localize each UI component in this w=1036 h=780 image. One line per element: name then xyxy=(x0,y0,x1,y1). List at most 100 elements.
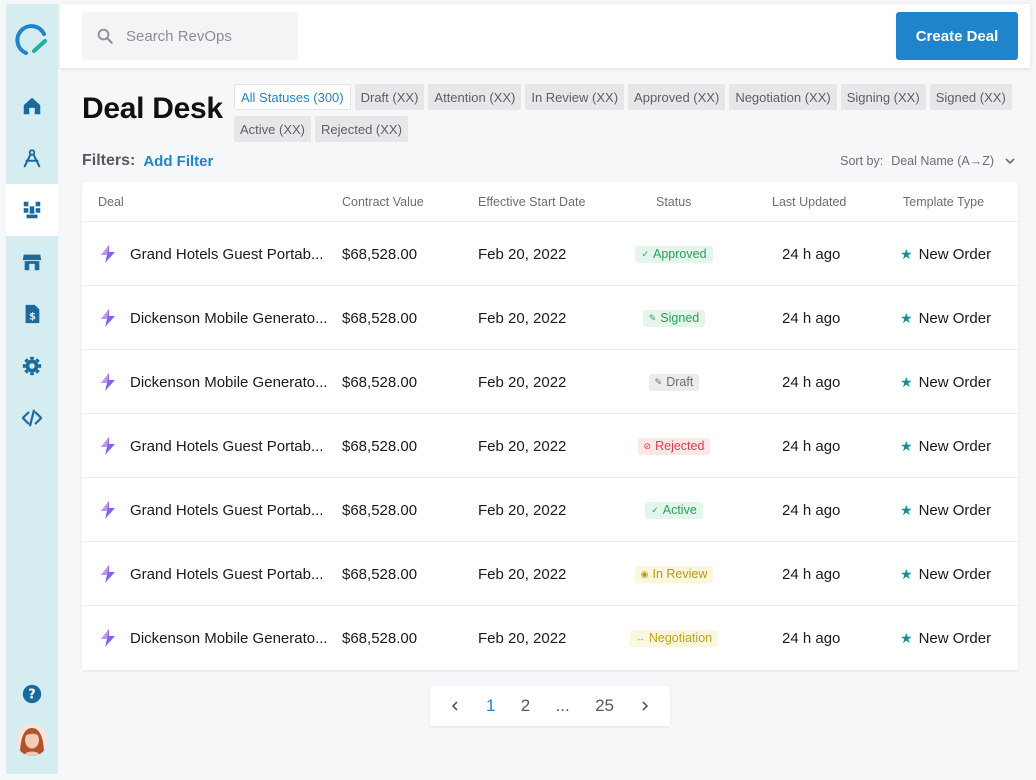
sidebar-item-invoice[interactable]: $ xyxy=(6,288,58,340)
template-type: New Order xyxy=(918,309,992,327)
start-date: Feb 20, 2022 xyxy=(478,309,567,327)
sidebar: $ ? xyxy=(6,4,58,774)
page-25[interactable]: 25 xyxy=(595,696,614,716)
last-updated: 24 h ago xyxy=(782,437,841,455)
revops-logo[interactable] xyxy=(14,22,50,58)
chip-all-statuses[interactable]: All Statuses (300) xyxy=(234,84,351,110)
status-icon: ✎ xyxy=(648,312,657,323)
chip-draft[interactable]: Draft (XX) xyxy=(354,84,425,110)
table-row[interactable]: Grand Hotels Guest Portab... $68,528.00 Fe… xyxy=(82,414,1018,478)
last-updated: 24 h ago xyxy=(782,629,841,647)
star-icon: ★ xyxy=(900,501,913,518)
sort-control: Sort by: Deal Name (A→Z) xyxy=(840,154,1016,168)
chevron-left-icon xyxy=(451,701,458,711)
status-icon: ⊘ xyxy=(643,440,652,451)
table-row[interactable]: Dickenson Mobile Generato... $68,528.00 Fe… xyxy=(82,606,1018,670)
start-date: Feb 20, 2022 xyxy=(478,373,567,391)
contract-value: $68,528.00 xyxy=(342,629,418,647)
chip-active[interactable]: Active (XX) xyxy=(234,116,312,142)
filters-row: Filters: Add Filter xyxy=(82,152,213,170)
next-page-button[interactable] xyxy=(639,700,651,712)
status-label: Approved xyxy=(653,247,707,261)
sidebar-item-home[interactable] xyxy=(6,80,58,132)
deal-cell: Grand Hotels Guest Portab... xyxy=(98,222,328,286)
chip-negotiation[interactable]: Negotiation (XX) xyxy=(729,84,837,110)
star-icon: ★ xyxy=(900,565,913,582)
last-updated: 24 h ago xyxy=(782,565,841,583)
template-type: New Order xyxy=(918,629,992,647)
filters-label: Filters: xyxy=(82,152,136,169)
status-cell: ◉ In Review xyxy=(622,542,726,606)
code-icon xyxy=(21,409,43,427)
page-1[interactable]: 1 xyxy=(486,696,495,716)
start-date: Feb 20, 2022 xyxy=(478,629,567,647)
template-type: New Order xyxy=(918,245,992,263)
status-cell: ✓ Active xyxy=(622,478,726,542)
prev-page-button[interactable] xyxy=(449,700,461,712)
svg-text:?: ? xyxy=(28,688,35,703)
deal-name[interactable]: Grand Hotels Guest Portab... xyxy=(130,438,323,455)
sidebar-item-help[interactable]: ? xyxy=(6,668,58,720)
search-input[interactable] xyxy=(126,27,276,45)
column-header-status[interactable]: Status xyxy=(656,195,691,209)
chip-signed[interactable]: Signed (XX) xyxy=(929,84,1012,110)
column-header-contract-value[interactable]: Contract Value xyxy=(342,195,424,209)
deal-type-icon xyxy=(101,565,115,583)
start-date: Feb 20, 2022 xyxy=(478,501,567,519)
gear-icon xyxy=(22,356,42,376)
chip-rejected[interactable]: Rejected (XX) xyxy=(315,116,408,142)
avatar[interactable] xyxy=(16,724,48,756)
sidebar-item-deals[interactable] xyxy=(6,184,58,236)
table-row[interactable]: Grand Hotels Guest Portab... $68,528.00 Fe… xyxy=(82,222,1018,286)
chip-in-review[interactable]: In Review (XX) xyxy=(525,84,625,110)
last-updated: 24 h ago xyxy=(782,309,841,327)
sidebar-item-compass[interactable] xyxy=(6,132,58,184)
template-cell: ★ New Order xyxy=(900,606,991,670)
table-header: Deal Contract Value Effective Start Date… xyxy=(82,182,1018,222)
star-icon: ★ xyxy=(900,373,913,390)
page-2[interactable]: 2 xyxy=(521,696,530,716)
last-updated: 24 h ago xyxy=(782,245,841,263)
table-row[interactable]: Grand Hotels Guest Portab... $68,528.00 Fe… xyxy=(82,478,1018,542)
create-deal-button[interactable]: Create Deal xyxy=(896,12,1018,60)
status-label: Rejected xyxy=(655,439,705,453)
sort-select[interactable]: Deal Name (A→Z) xyxy=(891,154,1016,168)
table-body: Grand Hotels Guest Portab... $68,528.00 Fe… xyxy=(82,222,1018,670)
deal-cell: Dickenson Mobile Generato... xyxy=(98,606,328,670)
add-filter-link[interactable]: Add Filter xyxy=(143,153,213,170)
column-header-last-updated[interactable]: Last Updated xyxy=(772,195,846,209)
column-header-start-date[interactable]: Effective Start Date xyxy=(478,195,585,209)
sidebar-item-store[interactable] xyxy=(6,236,58,288)
deals-table: Deal Contract Value Effective Start Date… xyxy=(82,182,1018,670)
template-cell: ★ New Order xyxy=(900,286,991,350)
chip-signing[interactable]: Signing (XX) xyxy=(840,84,926,110)
deal-name[interactable]: Dickenson Mobile Generato... xyxy=(130,310,328,327)
store-icon xyxy=(22,254,42,271)
template-type: New Order xyxy=(918,501,992,519)
sort-label: Sort by: xyxy=(840,154,884,168)
table-row[interactable]: Grand Hotels Guest Portab... $68,528.00 Fe… xyxy=(82,542,1018,606)
top-bar: Create Deal xyxy=(60,4,1030,68)
status-icon: ◉ xyxy=(640,568,649,579)
deal-name[interactable]: Dickenson Mobile Generato... xyxy=(130,374,328,391)
search-box[interactable] xyxy=(82,12,298,60)
deal-name[interactable]: Dickenson Mobile Generato... xyxy=(130,630,328,647)
chip-approved[interactable]: Approved (XX) xyxy=(628,84,726,110)
table-row[interactable]: Dickenson Mobile Generato... $68,528.00 Fe… xyxy=(82,286,1018,350)
chip-attention[interactable]: Attention (XX) xyxy=(428,84,522,110)
pagination: 1 2 ... 25 xyxy=(430,686,670,726)
table-row[interactable]: Dickenson Mobile Generato... $68,528.00 Fe… xyxy=(82,350,1018,414)
deal-name[interactable]: Grand Hotels Guest Portab... xyxy=(130,502,323,519)
status-label: Active xyxy=(662,503,697,517)
status-cell: ✎ Draft xyxy=(622,350,726,414)
sidebar-item-settings[interactable] xyxy=(6,340,58,392)
sidebar-item-developer[interactable] xyxy=(6,392,58,444)
column-header-template-type[interactable]: Template Type xyxy=(903,195,984,209)
deal-name[interactable]: Grand Hotels Guest Portab... xyxy=(130,246,323,263)
status-icon: ✓ xyxy=(641,248,650,259)
search-icon xyxy=(97,28,113,44)
deal-name[interactable]: Grand Hotels Guest Portab... xyxy=(130,566,323,583)
column-header-deal[interactable]: Deal xyxy=(98,195,124,209)
contract-value: $68,528.00 xyxy=(342,245,418,263)
template-cell: ★ New Order xyxy=(900,350,991,414)
